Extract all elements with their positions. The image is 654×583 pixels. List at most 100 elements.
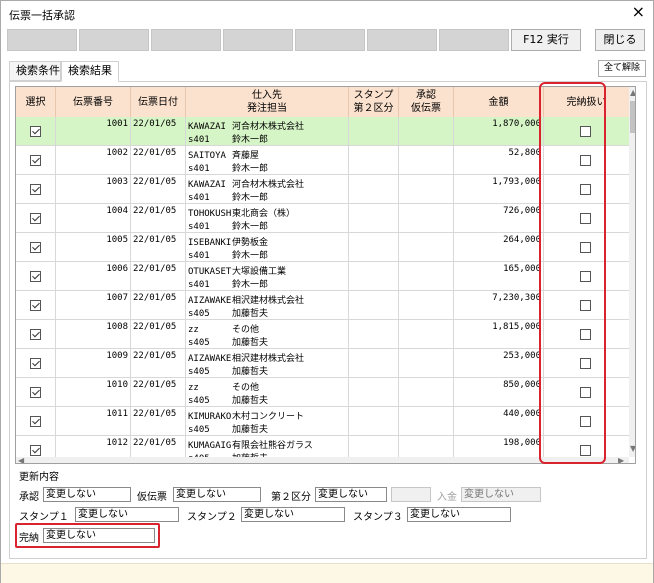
select-checkbox[interactable] [30,387,41,398]
second-category-select[interactable]: 変更しない [315,487,387,502]
supplier-name: その他 [232,325,260,335]
select-checkbox[interactable] [30,184,41,195]
supplier: AIZAWAKE相沢建材株式会社 [188,351,304,364]
select-checkbox[interactable] [30,242,41,253]
stamp3-select[interactable]: 変更しない [407,507,511,522]
scroll-down-icon[interactable]: ▼ [630,445,635,453]
select-checkbox[interactable] [30,329,41,340]
title-bar: 伝票一括承認 × [1,1,653,27]
function-key-f1[interactable] [7,29,77,51]
staff: s401 鈴木一郎 [188,248,268,261]
staff-name: 加藤哲夫 [232,396,269,406]
table-row[interactable]: 1005 22/01/05 ISEBANKI伊勢板金 s401 鈴木一郎 264,000 [16,233,629,262]
select-checkbox[interactable] [30,445,41,456]
table-row[interactable]: 1007 22/01/05 AIZAWAKE相沢建材株式会社 s405 加藤哲夫 7,23… [16,291,629,320]
stamp2-select[interactable]: 変更しない [241,507,345,522]
grid-header: 選択 伝票番号 伝票日付 仕入先 発注担当 スタンプ 第２区分 承認 仮伝票 金… [16,87,629,117]
supplier: KAWAZAI 河合材木株式会社 [188,177,304,190]
cell-no: 1002 [56,146,131,175]
staff: s401 鈴木一郎 [188,190,268,203]
select-checkbox[interactable] [30,213,41,224]
supplier-name: 相沢建材株式会社 [232,296,305,306]
function-key-f7[interactable] [439,29,509,51]
supplier: KIMURAKO木村コンクリート [188,409,304,422]
select-checkbox[interactable] [30,300,41,311]
function-key-f4[interactable] [223,29,293,51]
table-row[interactable]: 1002 22/01/05 SAITOYA 斉藤屋 s401 鈴木一郎 52,800 [16,146,629,175]
cell-no: 1005 [56,233,131,262]
supplier-name: その他 [232,383,260,393]
function-key-f6[interactable] [367,29,437,51]
supplier: AIZAWAKE相沢建材株式会社 [188,293,304,306]
cell-date: 22/01/05 [131,204,186,233]
function-key-f3[interactable] [151,29,221,51]
cell-amt: 1,793,000 [454,175,544,204]
clear-all-button[interactable]: 全て解除 [598,60,646,77]
scroll-thumb[interactable] [630,101,635,133]
slip-date: 22/01/05 [133,409,177,419]
cell-select [16,407,56,436]
select-checkbox[interactable] [30,155,41,166]
table-row[interactable]: 1008 22/01/05 zz その他 s405 加藤哲夫 1,815,000 [16,320,629,349]
cell-no: 1011 [56,407,131,436]
table-row[interactable]: 1001 22/01/05 KAWAZAI 河合材木株式会社 s401 鈴木一郎 1,870… [16,117,629,146]
cell-stamp [349,262,399,291]
temp-slip-select[interactable]: 変更しない [173,487,261,502]
select-checkbox[interactable] [30,416,41,427]
close-icon[interactable]: × [632,4,645,20]
cell-sup: SAITOYA 斉藤屋 s401 鈴木一郎 [186,146,349,175]
cell-sup: KIMURAKO木村コンクリート s405 加藤哲夫 [186,407,349,436]
approval-select[interactable]: 変更しない [43,487,131,502]
cell-appr [399,320,454,349]
cell-sup: OTUKASET大塚設備工業 s401 鈴木一郎 [186,262,349,291]
slip-number: 1007 [106,293,128,303]
staff-name: 鈴木一郎 [232,222,269,232]
select-checkbox[interactable] [30,271,41,282]
cell-date: 22/01/05 [131,349,186,378]
supplier-code: KAWAZAI [188,180,226,190]
table-row[interactable]: 1009 22/01/05 AIZAWAKE相沢建材株式会社 s405 加藤哲夫 253,… [16,349,629,378]
cell-no: 1010 [56,378,131,407]
vertical-scrollbar[interactable]: ▲ ▼ [629,87,635,457]
slip-number: 1008 [106,322,128,332]
header-stamp: スタンプ 第２区分 [349,87,399,117]
supplier: TOHOKUSH東北商会（株） [188,206,295,219]
slip-number: 1012 [106,438,128,448]
close-button[interactable]: 閉じる [595,29,645,51]
tab-search-results[interactable]: 検索結果 [61,61,119,82]
function-key-f5[interactable] [295,29,365,51]
staff-name: 鈴木一郎 [232,280,269,290]
search-results-panel: 選択 伝票番号 伝票日付 仕入先 発注担当 スタンプ 第２区分 承認 仮伝票 金… [9,81,647,559]
scroll-right-icon[interactable]: ▶ [618,457,624,464]
cell-appr [399,117,454,146]
completion-column-highlight [539,82,606,464]
cell-stamp [349,378,399,407]
staff-name: 鈴木一郎 [232,135,269,145]
table-row[interactable]: 1004 22/01/05 TOHOKUSH東北商会（株） s401 鈴木一郎 726,0… [16,204,629,233]
staff-name: 加藤哲夫 [232,309,269,319]
cell-select [16,262,56,291]
stamp2-label: スタンプ２ [187,512,237,523]
header-approval: 承認 仮伝票 [399,87,454,117]
slip-number: 1001 [106,119,128,129]
cell-date: 22/01/05 [131,407,186,436]
scroll-up-icon[interactable]: ▲ [630,89,635,97]
stamp1-select[interactable]: 変更しない [75,507,179,522]
horizontal-scrollbar[interactable]: ◀ ▶ [16,457,629,464]
execute-button[interactable]: F12 実行 [511,29,581,51]
cell-select [16,291,56,320]
supplier-code: AIZAWAKE [188,296,232,306]
slip-date: 22/01/05 [133,148,177,158]
amount: 198,000 [503,438,541,448]
table-row[interactable]: 1003 22/01/05 KAWAZAI 河合材木株式会社 s401 鈴木一郎 1,793… [16,175,629,204]
table-row[interactable]: 1011 22/01/05 KIMURAKO木村コンクリート s405 加藤哲夫 440,… [16,407,629,436]
supplier-name: 伊勢板金 [232,238,269,248]
scroll-left-icon[interactable]: ◀ [18,457,24,464]
select-checkbox[interactable] [30,358,41,369]
cell-stamp [349,291,399,320]
tab-search-conditions[interactable]: 検索条件 [9,61,61,81]
function-key-f2[interactable] [79,29,149,51]
table-row[interactable]: 1006 22/01/05 OTUKASET大塚設備工業 s401 鈴木一郎 165,00… [16,262,629,291]
select-checkbox[interactable] [30,126,41,137]
table-row[interactable]: 1010 22/01/05 zz その他 s405 加藤哲夫 850,000 [16,378,629,407]
